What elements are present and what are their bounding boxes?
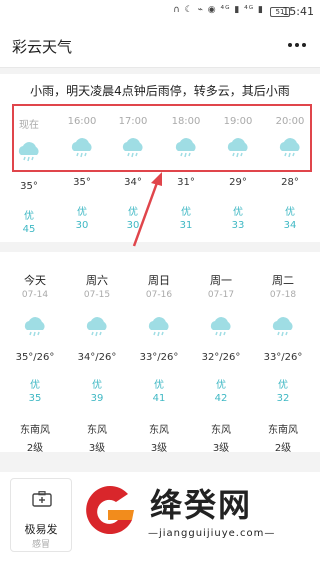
watermark-name: 绛癸网 [150,486,253,524]
aqi-label: 优 [30,380,40,391]
day-date: 07-18 [269,290,297,300]
aqi-value: 35 [28,393,42,404]
wind-direction: 东风 [87,425,107,436]
day-date: 07-14 [21,290,49,300]
day-date: 07-16 [145,290,173,300]
daily-column: 周六 07-15 34°/26° 优 39 东风 3级 [72,272,122,454]
light-rain-cloud-icon [145,316,173,338]
light-rain-cloud-icon [21,316,49,338]
watermark-logo [86,486,134,535]
aqi-label: 优 [233,207,243,218]
wind-direction: 东南风 [268,425,298,436]
temp-range: 32°/26° [201,352,241,363]
wind-level: 3级 [212,443,230,454]
hour-temp: 35° [73,177,91,188]
status-icons: ∩ ☾ ⌁ ◉ ⁴ᴳ ▮ ⁴ᴳ ▮ [173,5,264,15]
wind-direction: 东南风 [20,425,50,436]
day-name: 周日 [148,274,170,287]
aqi-value: 39 [90,393,104,404]
day-name: 周六 [86,274,108,287]
day-name: 周一 [210,274,232,287]
aqi-value: 45 [22,224,36,235]
aqi-value: 32 [276,393,290,404]
temp-range: 34°/26° [77,352,117,363]
daily-column: 今天 07-14 35°/26° 优 35 东南风 2级 [10,272,60,454]
annotation-arrow [132,172,162,247]
aqi-label: 优 [77,207,87,218]
aqi-label: 优 [92,380,102,391]
tile-label: 极易发 [24,523,58,536]
wind-level: 3级 [150,443,168,454]
light-rain-cloud-icon [83,316,111,338]
aqi-value: 33 [231,220,245,231]
wind-direction: 东风 [211,425,231,436]
aqi-value: 41 [152,393,166,404]
watermark-url: —jiangguijiuye.com— [148,528,276,539]
more-dots-icon[interactable] [288,38,306,52]
aqi-label: 优 [278,380,288,391]
temp-range: 35°/26° [15,352,55,363]
aqi-value: 42 [214,393,228,404]
aqi-label: 优 [181,207,191,218]
forecast-summary: 小雨，明天凌晨4点钟后雨停，转多云，其后小雨 [30,84,290,98]
wind-direction: 东风 [149,425,169,436]
first-aid-kit-icon [32,491,52,507]
wind-level: 2级 [274,443,292,454]
app-header: 彩云天气 [0,24,320,68]
light-rain-cloud-icon [269,316,297,338]
hour-temp: 29° [229,177,247,188]
aqi-value: 30 [75,220,89,231]
light-rain-cloud-icon [207,316,235,338]
hour-temp: 35° [20,181,38,192]
wind-level: 2级 [26,443,44,454]
wind-level: 3级 [88,443,106,454]
aqi-label: 优 [154,380,164,391]
temp-range: 33°/26° [263,352,303,363]
day-date: 07-15 [83,290,111,300]
aqi-label: 优 [24,211,34,222]
aqi-label: 优 [216,380,226,391]
aqi-value: 34 [283,220,297,231]
status-time: 15:41 [282,5,314,18]
app-title: 彩云天气 [12,38,73,56]
aqi-label: 优 [285,207,295,218]
day-date: 07-17 [207,290,235,300]
hour-temp: 28° [281,177,299,188]
hour-temp: 31° [177,177,195,188]
status-bar: ∩ ☾ ⌁ ◉ ⁴ᴳ ▮ ⁴ᴳ ▮ 51 15:41 [0,0,320,24]
daily-column: 周日 07-16 33°/26° 优 41 东风 3级 [134,272,184,454]
daily-column: 周一 07-17 32°/26° 优 42 东风 3级 [196,272,246,454]
day-name: 今天 [24,274,46,287]
highlight-box [12,104,312,172]
tile-sub: 感冒 [31,540,50,550]
aqi-value: 31 [179,220,193,231]
daily-column: 周二 07-18 33°/26° 优 32 东南风 2级 [258,272,308,454]
day-name: 周二 [272,274,294,287]
cold-index-tile[interactable]: 极易发 感冒 [10,478,72,552]
temp-range: 33°/26° [139,352,179,363]
